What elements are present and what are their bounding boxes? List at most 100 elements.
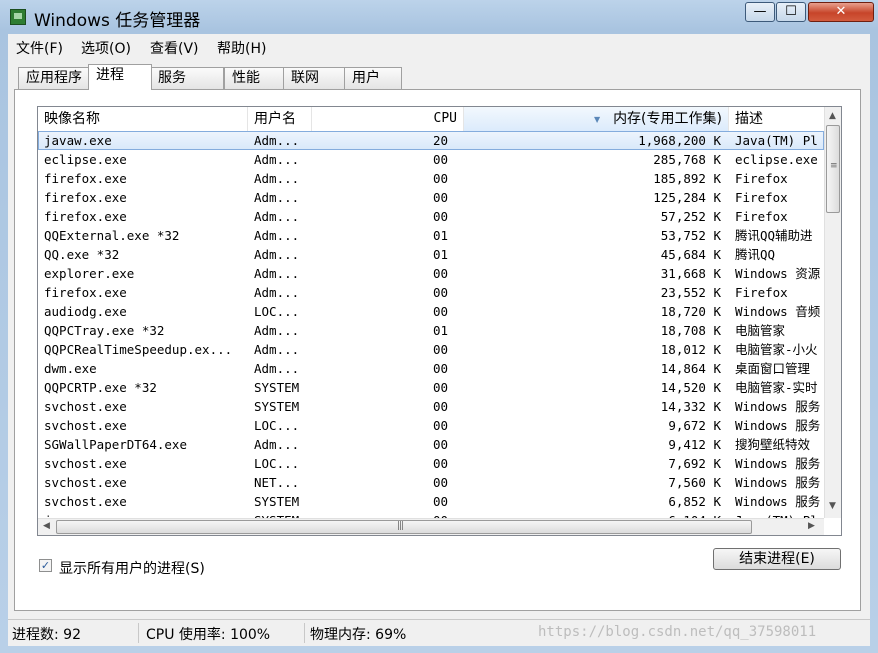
cell-user: Adm...: [254, 342, 300, 357]
minimize-button[interactable]: —: [745, 2, 775, 22]
table-row[interactable]: svchost.exe LOC... 00 9,672 K Windows 服务: [38, 416, 824, 435]
maximize-button[interactable]: ☐: [776, 2, 806, 22]
title-bar[interactable]: Windows 任务管理器 — ☐ ✕: [0, 0, 878, 34]
table-row[interactable]: firefox.exe Adm... 00 57,252 K Firefox: [38, 207, 824, 226]
tab-performance[interactable]: 性能: [224, 67, 284, 89]
column-user-name[interactable]: 用户名: [248, 107, 312, 131]
table-row[interactable]: svchost.exe SYSTEM 00 6,852 K Windows 服务: [38, 492, 824, 511]
cell-desc: Java(TM) Pl: [735, 133, 818, 148]
tab-services[interactable]: 服务: [150, 67, 224, 89]
scroll-right-arrow-icon[interactable]: ▶: [808, 521, 815, 531]
column-description[interactable]: 描述: [729, 107, 824, 131]
cell-cpu: 00: [432, 418, 448, 433]
cell-desc: Firefox: [735, 190, 788, 205]
menu-help[interactable]: 帮助(H): [217, 38, 266, 58]
cell-mem: 1,968,200 K: [638, 133, 721, 148]
cell-desc: 搜狗壁纸特效: [735, 437, 811, 452]
cell-name: firefox.exe: [44, 190, 127, 205]
cell-name: firefox.exe: [44, 171, 127, 186]
cell-mem: 9,412 K: [668, 437, 721, 452]
vertical-scrollbar[interactable]: ▲ ≡ ▼: [824, 107, 841, 518]
table-row[interactable]: QQExternal.exe *32 Adm... 01 53,752 K 腾讯QQ辅助…: [38, 226, 824, 245]
cell-desc: Firefox: [735, 285, 788, 300]
table-row[interactable]: svchost.exe SYSTEM 00 14,332 K Windows 服务: [38, 397, 824, 416]
cell-desc: Windows 服务: [735, 456, 821, 471]
cell-mem: 31,668 K: [660, 266, 721, 281]
table-row[interactable]: eclipse.exe Adm... 00 285,768 K eclipse.exe: [38, 150, 824, 169]
show-all-users-label[interactable]: 显示所有用户的进程(S): [59, 558, 205, 578]
cell-name: QQ.exe *32: [44, 247, 120, 262]
end-process-button[interactable]: 结束进程(E): [713, 548, 841, 570]
table-row[interactable]: javaw.exe Adm... 20 1,968,200 K Java(TM) Pl: [38, 131, 824, 150]
cell-mem: 18,720 K: [660, 304, 721, 319]
cell-desc: 腾讯QQ辅助进: [735, 228, 813, 243]
column-memory[interactable]: ▼ 内存(专用工作集): [464, 107, 729, 131]
cell-mem: 14,332 K: [660, 399, 721, 414]
close-button[interactable]: ✕: [808, 2, 874, 22]
tab-processes[interactable]: 进程: [88, 64, 152, 90]
menu-file[interactable]: 文件(F): [16, 38, 63, 58]
task-manager-app-icon: [10, 9, 26, 25]
table-row[interactable]: svchost.exe NET... 00 7,560 K Windows 服务: [38, 473, 824, 492]
cell-user: Adm...: [254, 247, 300, 262]
cell-name: javaw.exe: [44, 133, 112, 148]
cell-user: LOC...: [254, 304, 300, 319]
cell-desc: Windows 服务: [735, 475, 821, 490]
cell-desc: 电脑管家-实时: [735, 380, 818, 395]
tab-users[interactable]: 用户: [344, 67, 402, 89]
table-row[interactable]: firefox.exe Adm... 00 125,284 K Firefox: [38, 188, 824, 207]
column-memory-label: 内存(专用工作集): [613, 111, 722, 127]
table-row[interactable]: firefox.exe Adm... 00 23,552 K Firefox: [38, 283, 824, 302]
vertical-scroll-thumb[interactable]: ≡: [826, 125, 840, 213]
cell-name: QQPCRTP.exe *32: [44, 380, 157, 395]
table-row[interactable]: QQPCRealTimeSpeedup.ex... Adm... 00 18,012 …: [38, 340, 824, 359]
horizontal-scrollbar[interactable]: ◀ ||| ▶: [38, 518, 824, 535]
cell-desc: Windows 服务: [735, 494, 821, 509]
cell-name: QQPCTray.exe *32: [44, 323, 165, 338]
cell-name: svchost.exe: [44, 475, 127, 490]
cell-user: Adm...: [254, 285, 300, 300]
table-row[interactable]: firefox.exe Adm... 00 185,892 K Firefox: [38, 169, 824, 188]
process-rows: javaw.exe Adm... 20 1,968,200 K Java(TM) Pl e…: [38, 131, 824, 535]
cell-user: Adm...: [254, 437, 300, 452]
table-row[interactable]: audiodg.exe LOC... 00 18,720 K Windows 音频: [38, 302, 824, 321]
tab-applications[interactable]: 应用程序: [18, 67, 90, 89]
table-row[interactable]: QQ.exe *32 Adm... 01 45,684 K 腾讯QQ: [38, 245, 824, 264]
cell-cpu: 00: [432, 399, 448, 414]
horizontal-scroll-thumb[interactable]: |||: [56, 520, 752, 534]
cell-cpu: 00: [432, 494, 448, 509]
cell-mem: 185,892 K: [653, 171, 721, 186]
menu-options[interactable]: 选项(O): [81, 38, 131, 58]
cell-user: Adm...: [254, 209, 300, 224]
column-image-name[interactable]: 映像名称: [38, 107, 248, 131]
cell-cpu: 00: [432, 380, 448, 395]
cell-name: firefox.exe: [44, 209, 127, 224]
scroll-up-arrow-icon[interactable]: ▲: [829, 111, 836, 121]
scroll-down-arrow-icon[interactable]: ▼: [829, 501, 836, 511]
menu-view[interactable]: 查看(V): [150, 38, 199, 58]
cell-user: Adm...: [254, 228, 300, 243]
column-header-row: 映像名称 用户名 CPU ▼ 内存(专用工作集) 描述: [38, 107, 824, 132]
cell-cpu: 00: [432, 285, 448, 300]
scroll-left-arrow-icon[interactable]: ◀: [43, 521, 50, 531]
cell-name: QQPCRealTimeSpeedup.ex...: [44, 342, 233, 357]
tab-networking[interactable]: 联网: [283, 67, 345, 89]
table-row[interactable]: QQPCTray.exe *32 Adm... 01 18,708 K 电脑管家: [38, 321, 824, 340]
table-row[interactable]: explorer.exe Adm... 00 31,668 K Windows 资源: [38, 264, 824, 283]
client-area: 文件(F) 选项(O) 查看(V) 帮助(H) 应用程序 进程 服务 性能 联网…: [8, 34, 870, 646]
cell-cpu: 01: [432, 247, 448, 262]
table-row[interactable]: SGWallPaperDT64.exe Adm... 00 9,412 K 搜狗壁纸特效: [38, 435, 824, 454]
cell-name: svchost.exe: [44, 399, 127, 414]
cell-cpu: 00: [432, 361, 448, 376]
cell-name: audiodg.exe: [44, 304, 127, 319]
table-row[interactable]: svchost.exe LOC... 00 7,692 K Windows 服务: [38, 454, 824, 473]
show-all-users-checkbox[interactable]: ✓: [39, 559, 52, 572]
column-cpu[interactable]: CPU: [312, 107, 464, 131]
cell-user: LOC...: [254, 418, 300, 433]
table-row[interactable]: QQPCRTP.exe *32 SYSTEM 00 14,520 K 电脑管家-实时: [38, 378, 824, 397]
status-process-count: 进程数: 92: [12, 627, 81, 643]
sort-descending-icon: ▼: [594, 115, 601, 124]
process-list[interactable]: 映像名称 用户名 CPU ▼ 内存(专用工作集) 描述 javaw.exe Adm…: [37, 106, 842, 536]
table-row[interactable]: dwm.exe Adm... 00 14,864 K 桌面窗口管理: [38, 359, 824, 378]
cell-desc: Windows 资源: [735, 266, 821, 281]
